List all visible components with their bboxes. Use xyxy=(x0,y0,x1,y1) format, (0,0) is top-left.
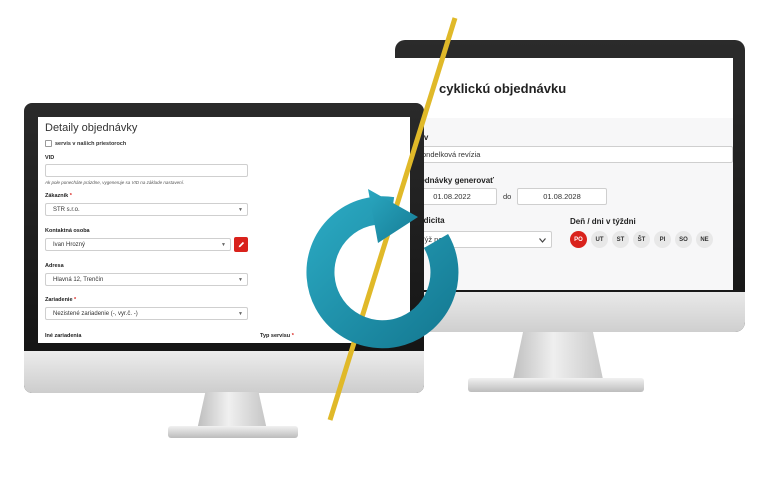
circular-arrow-icon xyxy=(306,189,459,349)
